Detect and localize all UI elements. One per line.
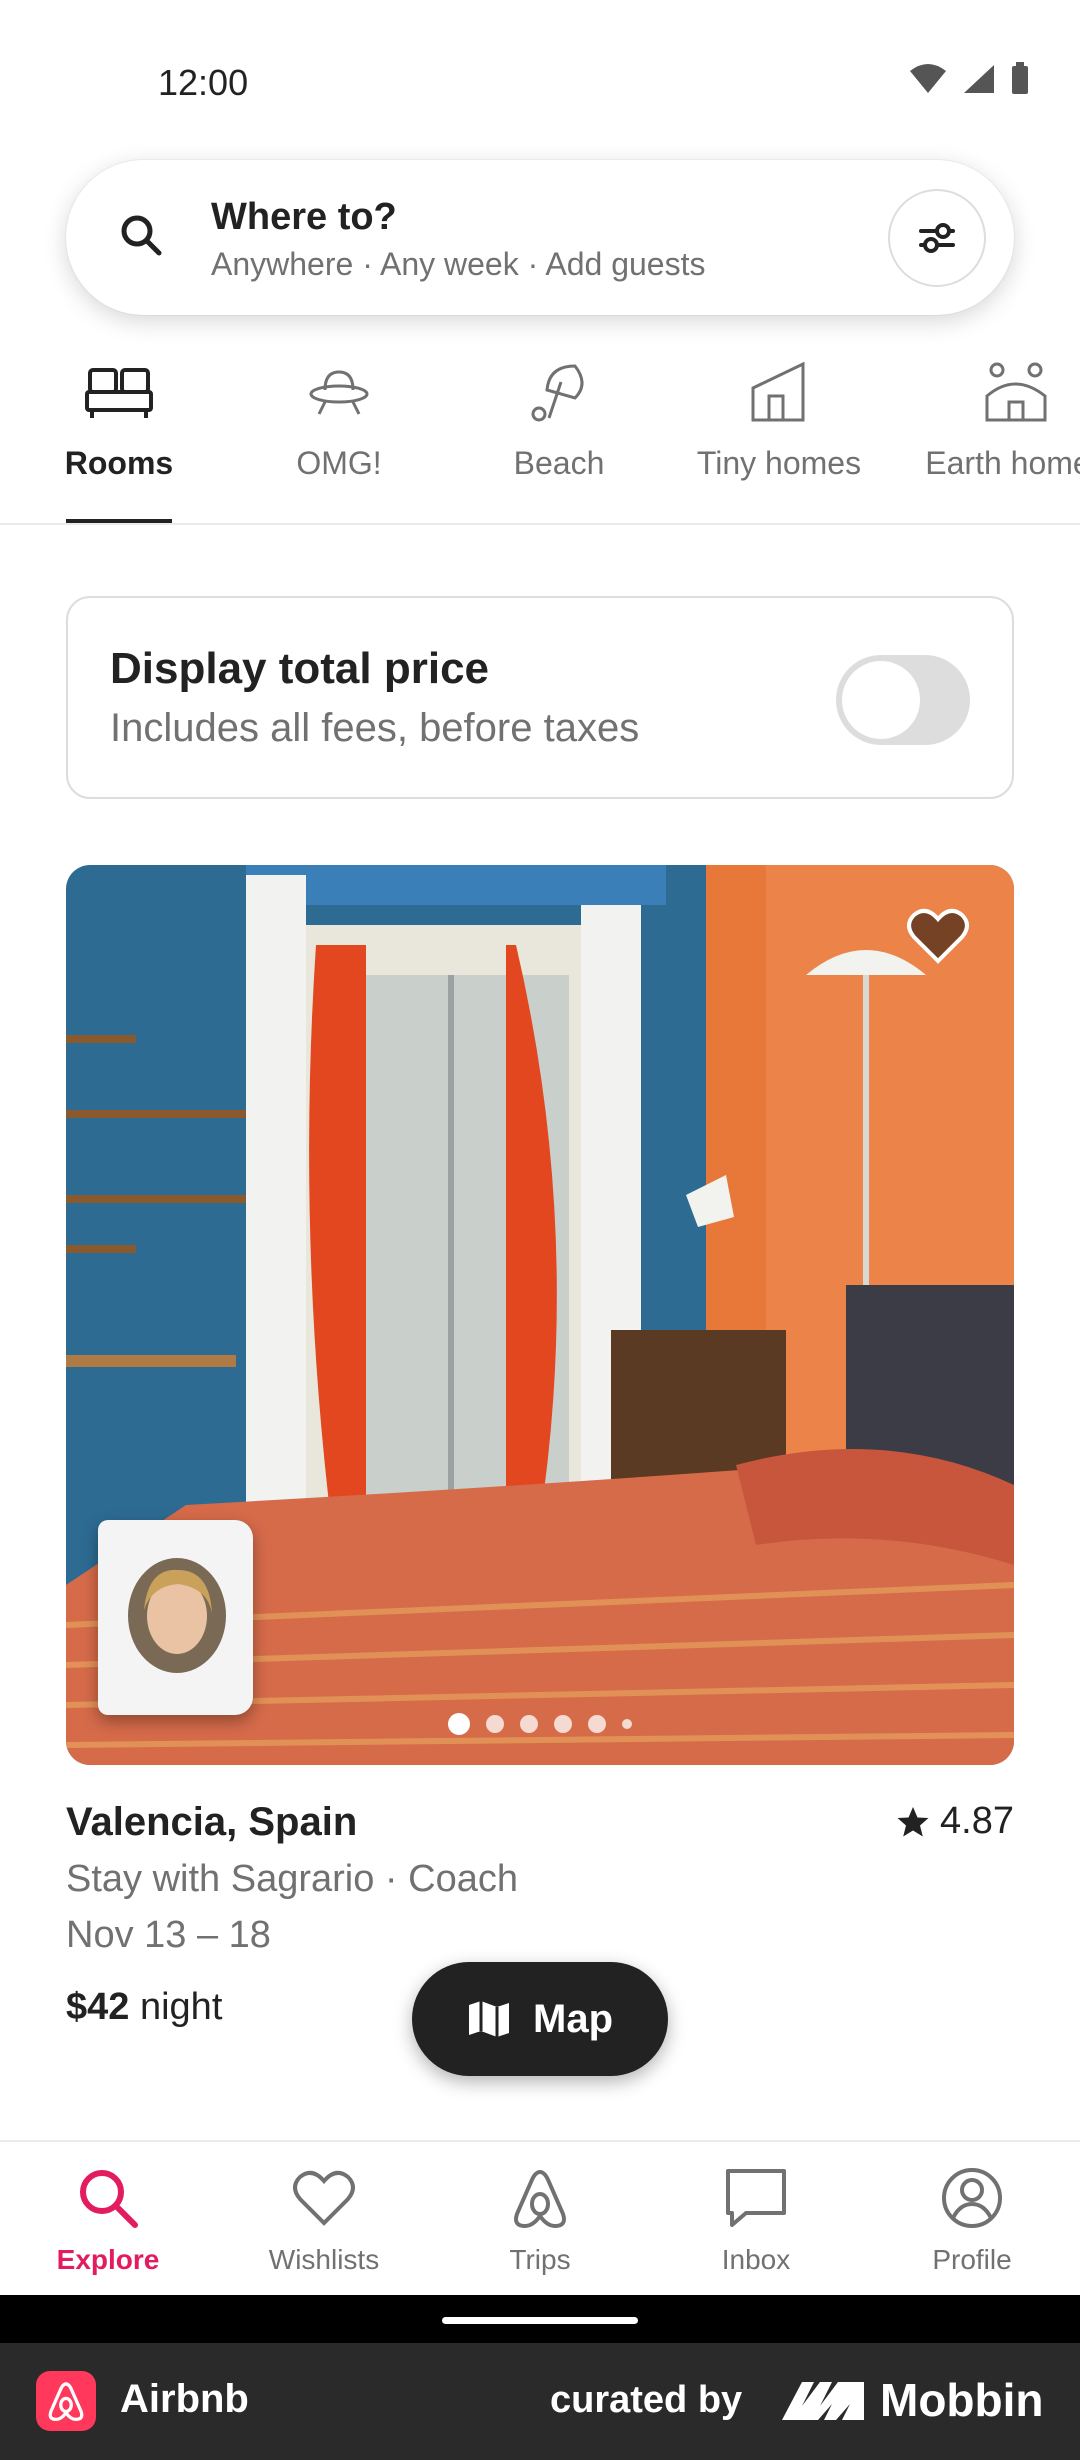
price-toggle-subtitle: Includes all fees, before taxes [110, 706, 640, 750]
listing-location: Valencia, Spain [66, 1800, 358, 1844]
category-label: Tiny homes [696, 445, 862, 481]
status-icons [908, 62, 1030, 96]
pagination-dot[interactable] [554, 1715, 572, 1733]
nav-profile[interactable]: Profile [864, 2162, 1080, 2276]
map-button-label: Map [533, 1996, 613, 2041]
search-icon [80, 2170, 138, 2228]
pagination-dot[interactable] [520, 1715, 538, 1733]
heart-icon [907, 908, 969, 964]
listing-host: Stay with Sagrario · Coach [66, 1858, 518, 1900]
category-earth-homes[interactable]: Earth homes [906, 345, 1080, 523]
nav-inbox[interactable]: Inbox [648, 2162, 864, 2276]
photo-pagination [66, 1713, 1014, 1735]
category-label: OMG! [296, 445, 382, 481]
category-omg[interactable]: OMG! [268, 345, 410, 523]
nav-label: Profile [932, 2244, 1012, 2275]
earth-home-icon [985, 362, 1047, 422]
rating-value: 4.87 [940, 1800, 1014, 1842]
pagination-dot[interactable] [448, 1713, 470, 1735]
map-icon [469, 2001, 509, 2037]
ufo-icon [309, 370, 369, 415]
save-to-wishlist-button[interactable] [906, 907, 970, 970]
wifi-icon [910, 64, 946, 93]
heart-icon [293, 2170, 355, 2226]
pagination-dot[interactable] [588, 1715, 606, 1733]
price-amount: $42 [66, 1986, 130, 2028]
listing-photo[interactable] [66, 865, 1014, 1765]
nav-wishlists[interactable]: Wishlists [216, 2162, 432, 2276]
listing-dates: Nov 13 – 18 [66, 1914, 271, 1956]
umbrella-icon [531, 364, 584, 422]
footer-curated-by: curated by [550, 2379, 743, 2421]
tiny-home-icon [751, 361, 805, 422]
airbnb-logo-icon [36, 2371, 96, 2431]
profile-icon [942, 2168, 1002, 2228]
pagination-dot[interactable] [622, 1719, 632, 1729]
toggle-knob [842, 661, 920, 739]
home-indicator[interactable] [442, 2317, 638, 2324]
star-icon [897, 1806, 929, 1836]
category-tiny-homes[interactable]: Tiny homes [688, 345, 870, 523]
status-time: 12:00 [158, 62, 249, 103]
display-total-price-card: Display total price Includes all fees, b… [66, 596, 1014, 799]
bottom-navigation: Explore Wishlists Trips Inbox Profile [0, 2140, 1080, 2295]
bed-icon [85, 368, 153, 418]
category-label: Earth homes [925, 445, 1080, 481]
listing-rating: 4.87 [896, 1800, 1014, 1843]
category-beach[interactable]: Beach [488, 345, 630, 523]
listing-price: $42 night [66, 1986, 222, 2029]
attribution-footer: Airbnb curated by Mobbin [0, 2343, 1080, 2460]
active-tab-indicator [66, 519, 172, 523]
search-subtitle: Anywhere · Any week · Add guests [211, 246, 706, 282]
nav-label: Wishlists [268, 2244, 380, 2275]
gesture-bar [0, 2295, 1080, 2343]
category-tabs: Rooms OMG! Beach Tiny homes Earth hom [0, 345, 1080, 525]
category-rooms[interactable]: Rooms [48, 345, 190, 523]
footer-app-name: Airbnb [120, 2377, 249, 2421]
host-avatar [128, 1558, 226, 1673]
nav-explore[interactable]: Explore [0, 2162, 216, 2276]
search-icon [121, 215, 162, 256]
price-unit: night [139, 1986, 223, 2028]
airbnb-icon [514, 2169, 566, 2229]
total-price-toggle[interactable] [836, 655, 970, 745]
price-toggle-title: Display total price [110, 644, 490, 693]
host-card [98, 1520, 253, 1715]
filter-button[interactable] [888, 189, 986, 287]
search-bar[interactable]: Where to? Anywhere · Any week · Add gues… [66, 160, 1014, 315]
pagination-dot[interactable] [486, 1715, 504, 1733]
signal-icon [964, 65, 994, 93]
mobbin-logo-icon [782, 2382, 864, 2420]
filters-icon [919, 223, 955, 253]
battery-icon [1012, 62, 1028, 94]
status-bar: 12:00 [0, 0, 1080, 135]
mobbin-brand: Mobbin [780, 2373, 1044, 2427]
footer-brand-text: Mobbin [880, 2374, 1044, 2426]
nav-label: Inbox [721, 2244, 791, 2275]
map-button[interactable]: Map [412, 1962, 668, 2076]
category-label: Rooms [64, 445, 174, 481]
nav-trips[interactable]: Trips [432, 2162, 648, 2276]
search-title: Where to? [211, 196, 397, 238]
message-icon [726, 2169, 786, 2227]
category-label: Beach [513, 445, 605, 481]
nav-label: Trips [509, 2244, 571, 2275]
nav-label: Explore [56, 2244, 160, 2275]
